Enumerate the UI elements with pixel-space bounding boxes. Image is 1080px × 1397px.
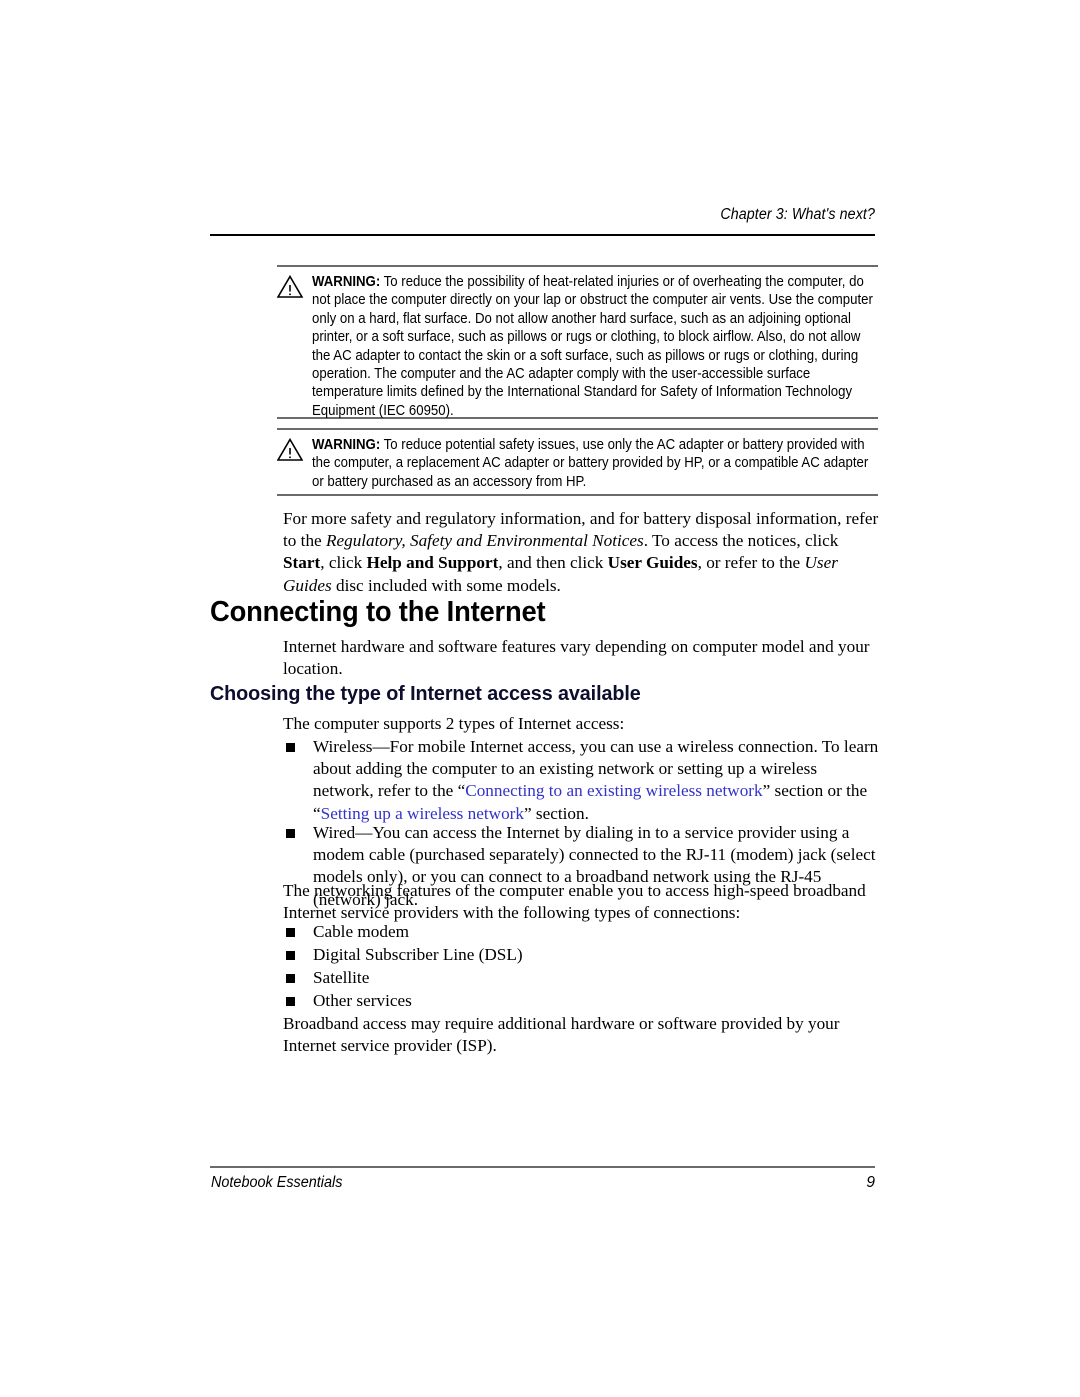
reg-text-2: . To access the notices, click: [643, 531, 839, 551]
document-page: Chapter 3: What's next? WARNING: To redu…: [0, 0, 1080, 1397]
bullet-marker-icon: [286, 928, 295, 937]
warning-rule-bottom: [277, 494, 878, 496]
page-number: 9: [866, 1174, 875, 1191]
access-types-intro: The computer supports 2 types of Interne…: [283, 714, 625, 733]
list-item: Cable modem: [283, 921, 881, 943]
warning-text: WARNING: To reduce the possibility of he…: [312, 273, 878, 420]
regulatory-paragraph: For more safety and regulatory informati…: [283, 508, 881, 597]
footer-divider: [210, 1166, 875, 1168]
page-title: Connecting to the Internet: [210, 596, 546, 628]
bullet-text: Digital Subscriber Line (DSL): [313, 945, 523, 964]
warning-message: To reduce potential safety issues, use o…: [312, 437, 869, 490]
bullet-marker-icon: [286, 743, 295, 752]
reg-italic-notices: Regulatory, Safety and Environmental Not…: [325, 531, 644, 551]
bullet-text: Other services: [313, 991, 412, 1010]
warning-body: WARNING: To reduce potential safety issu…: [276, 428, 878, 491]
reg-bold-user-guides: User Guides: [607, 553, 698, 573]
reg-bold-help-support: Help and Support: [366, 553, 499, 573]
list-item: Digital Subscriber Line (DSL): [283, 944, 881, 966]
header-divider: [210, 234, 875, 236]
running-header: Chapter 3: What's next?: [210, 206, 875, 224]
warning-label: WARNING:: [312, 274, 381, 290]
subsection-heading: Choosing the type of Internet access ava…: [210, 682, 641, 705]
bullet-marker-icon: [286, 829, 295, 838]
chapter-label: Chapter 3: What's next?: [720, 206, 875, 223]
link-setting-up-wireless-network[interactable]: Setting up a wireless network: [321, 804, 524, 823]
warning-triangle-icon: [276, 274, 304, 298]
footer-document-title: Notebook Essentials: [211, 1174, 343, 1191]
bullet-text: Satellite: [313, 968, 370, 987]
section-intro-paragraph: Internet hardware and software features …: [283, 637, 870, 679]
networking-paragraph: The networking features of the computer …: [283, 881, 866, 923]
bullet-marker-icon: [286, 974, 295, 983]
warning-label: WARNING:: [312, 437, 381, 453]
warning-box-adapter: WARNING: To reduce potential safety issu…: [276, 428, 878, 496]
reg-text-4: , and then click: [498, 553, 608, 573]
broadband-paragraph: Broadband access may require additional …: [283, 1014, 840, 1056]
bullet-text: Wireless—For mobile Internet access, you…: [283, 736, 881, 825]
warning-box-heat: WARNING: To reduce the possibility of he…: [276, 265, 878, 420]
reg-text-6: disc included with some models.: [331, 575, 561, 595]
bullet-text-part-3: ” section.: [524, 803, 589, 823]
link-connecting-existing-wireless-network[interactable]: Connecting to an existing wireless netwo…: [465, 781, 762, 800]
reg-text-5: , or refer to the: [697, 553, 805, 573]
reg-text-3: , click: [320, 553, 367, 573]
warning-body: WARNING: To reduce the possibility of he…: [276, 265, 878, 420]
warning-message: To reduce the possibility of heat-relate…: [312, 274, 873, 419]
list-item: Wireless—For mobile Internet access, you…: [283, 736, 881, 825]
list-item: Other services: [283, 990, 881, 1012]
bullet-marker-icon: [286, 951, 295, 960]
reg-bold-start: Start: [283, 553, 321, 573]
warning-text: WARNING: To reduce potential safety issu…: [312, 436, 878, 491]
bullet-text: Cable modem: [313, 922, 409, 941]
list-item: Satellite: [283, 967, 881, 989]
warning-triangle-icon: [276, 437, 304, 461]
bullet-marker-icon: [286, 997, 295, 1006]
